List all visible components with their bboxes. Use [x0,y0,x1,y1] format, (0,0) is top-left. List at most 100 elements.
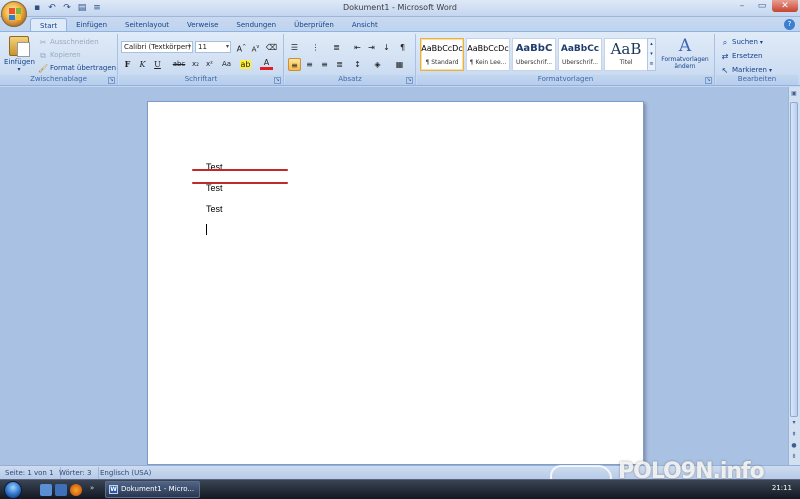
close-icon[interactable]: ✕ [772,0,798,12]
next-page-icon[interactable]: ⇟ [789,452,799,462]
style-name: ¶ Kein Lee... [469,59,507,66]
align-center-icon[interactable]: ≡ [303,58,316,71]
status-words[interactable]: Wörter: 3 [59,467,99,479]
paragraph-dialog-launcher-icon[interactable]: ↘ [406,77,413,84]
firefox-icon[interactable] [70,484,82,496]
tab-ansicht[interactable]: Ansicht [343,18,387,32]
subscript-button[interactable]: x₂ [189,58,202,71]
taskbar-chevron-icon[interactable]: » [90,484,94,492]
find-label: Suchen [732,38,758,46]
borders-icon[interactable]: ▦ [393,58,406,71]
format-painter-button[interactable]: 🖌 Format übertragen [38,63,116,74]
start-button[interactable] [4,481,22,499]
ruler-toggle-icon[interactable]: ▣ [789,89,799,99]
chevron-down-icon: ▾ [187,43,191,50]
document-line[interactable]: Test [206,183,223,193]
font-size-select[interactable]: 11 ▾ [195,41,231,53]
underline-button[interactable]: U [151,58,164,71]
style-name: Überschrif... [515,59,553,66]
tab-seitenlayout[interactable]: Seitenlayout [116,18,178,32]
tab-einfuegen[interactable]: Einfügen [67,18,116,32]
copy-button[interactable]: ⧉ Kopieren [38,50,81,61]
tab-ueberpruefen[interactable]: Überprüfen [285,18,343,32]
style-ueberschrift-1[interactable]: AaBbC Überschrif... [512,38,556,71]
show-desktop-icon[interactable] [40,484,52,496]
style-ueberschrift-2[interactable]: AaBbCc Überschrif... [558,38,602,71]
grow-font-icon[interactable]: A^ [235,41,248,54]
taskbar-word-button[interactable]: W Dokument1 - Micro... [105,481,200,498]
paste-button[interactable]: Einfügen ▾ [4,36,35,73]
replace-label: Ersetzen [732,52,763,60]
highlight-color-icon[interactable]: ab [239,58,252,71]
italic-button[interactable]: K [136,58,149,71]
chevron-down-icon: ▾ [225,43,229,50]
font-color-icon[interactable]: A [260,58,273,70]
replace-icon: ⇄ [721,52,729,61]
document-line[interactable]: Test [206,204,223,214]
change-styles-button[interactable]: A Formatvorlagen ändern [657,36,713,74]
multilevel-list-icon[interactable]: ≣ [330,41,343,54]
binoculars-icon: ⌕ [722,38,728,47]
styles-dialog-launcher-icon[interactable]: ↘ [705,77,712,84]
editing-group-label: Bearbeiten [716,75,798,85]
paste-label: Einfügen [4,58,35,66]
red-annotation-line [192,169,288,171]
maximize-icon[interactable]: ▭ [752,0,772,12]
bold-button[interactable]: F [121,58,134,71]
status-language[interactable]: Englisch (USA) [100,467,157,479]
align-left-icon[interactable]: ≡ [288,58,301,71]
help-icon[interactable]: ? [784,19,795,30]
decrease-indent-icon[interactable]: ⇤ [351,41,364,54]
cut-button[interactable]: ✂ Ausschneiden [38,37,99,48]
superscript-button[interactable]: x² [203,58,216,71]
paintbrush-icon: 🖌 [38,64,49,73]
style-sample: AaB [610,40,642,58]
clipboard-dialog-launcher-icon[interactable]: ↘ [108,77,115,84]
font-group-label: Schriftart [119,75,283,85]
previous-page-icon[interactable]: ⇞ [789,430,799,440]
style-sample: AaBbCc [560,44,600,54]
style-titel[interactable]: AaB Titel [604,38,648,71]
style-standard[interactable]: AaBbCcDc ¶ Standard [420,38,464,71]
clear-formatting-icon[interactable]: ⌫ [265,41,278,54]
replace-button[interactable]: ⇄ Ersetzen [720,51,763,62]
increase-indent-icon[interactable]: ⇥ [365,41,378,54]
style-sample: AaBbCcDc [421,44,463,53]
tab-start[interactable]: Start [30,18,68,32]
strikethrough-button[interactable]: abc [171,58,187,71]
shading-icon[interactable]: ◈ [371,58,384,71]
tab-verweise[interactable]: Verweise [178,18,227,32]
change-case-button[interactable]: Aa [218,58,235,71]
clipboard-group: Einfügen ▾ ✂ Ausschneiden ⧉ Kopieren 🖌 F… [0,34,118,85]
show-formatting-icon[interactable]: ¶ [396,41,409,54]
numbering-icon[interactable]: ⋮ [309,41,322,54]
font-family-select[interactable]: Calibri (Textkörper) ▾ [121,41,193,53]
change-styles-label: Formatvorlagen ändern [661,56,709,70]
chevron-down-icon: ▾ [17,66,21,73]
paragraph-group-label: Absatz [285,75,415,85]
style-sample: AaBbC [515,43,553,54]
align-right-icon[interactable]: ≡ [318,58,331,71]
cut-label: Ausschneiden [50,38,99,46]
switch-windows-icon[interactable] [55,484,67,496]
sort-icon[interactable]: ↓ [380,41,393,54]
browse-object-icon[interactable]: ● [789,441,799,451]
office-button[interactable] [1,1,27,27]
window-title: Dokument1 - Microsoft Word [342,3,457,12]
scroll-down-icon[interactable]: ▾ [789,418,799,428]
shrink-font-icon[interactable]: Av [249,41,262,54]
justify-icon[interactable]: ≣ [333,58,346,71]
font-dialog-launcher-icon[interactable]: ↘ [274,77,281,84]
document-page[interactable]: Test Test Test [147,101,644,465]
line-spacing-icon[interactable]: ↕ [351,58,364,71]
bullets-icon[interactable]: ☰ [288,41,301,54]
styles-gallery-scroll[interactable]: ▴ ▾ ≡ [647,38,656,71]
find-button[interactable]: ⌕ Suchen ▾ [720,37,763,48]
paste-icon [9,36,30,57]
minimize-icon[interactable]: – [732,0,752,12]
scrollbar-thumb[interactable] [790,102,798,417]
system-clock[interactable]: 21:11 [772,484,792,492]
style-kein-leerraum[interactable]: AaBbCcDc ¶ Kein Lee... [466,38,510,71]
status-page[interactable]: Seite: 1 von 1 [5,467,61,479]
tab-sendungen[interactable]: Sendungen [227,18,285,32]
